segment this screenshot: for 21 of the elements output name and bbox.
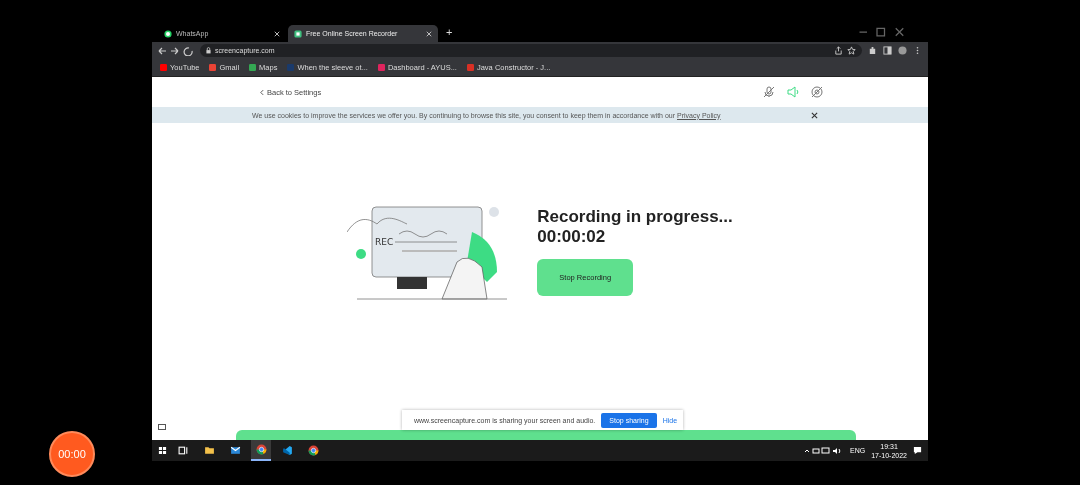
share-icon[interactable]: [834, 46, 843, 55]
navigation-icon[interactable]: [158, 45, 194, 56]
recording-illustration-drawing: REC: [347, 201, 508, 302]
sidebar-icon[interactable]: [883, 46, 892, 55]
lock-icon: [206, 47, 211, 54]
close-icon[interactable]: [811, 111, 818, 119]
star-icon[interactable]: [847, 46, 856, 55]
puzzle-icon[interactable]: [868, 46, 877, 55]
recording-status-heading: Recording in progress...: [537, 207, 733, 227]
window-icon: [158, 424, 166, 430]
site-icon: [294, 29, 302, 38]
chrome-app-icon[interactable]: [251, 440, 271, 461]
chat-icon: [164, 29, 172, 38]
camera-icon[interactable]: [811, 86, 823, 98]
chevron-icon: [260, 88, 264, 96]
notification-icon[interactable]: [913, 446, 922, 455]
new-tab-button[interactable]: +: [440, 26, 459, 38]
microphone-icon[interactable]: [763, 86, 775, 98]
recording-timer: 00:00:02: [537, 227, 606, 247]
start-icon[interactable]: [158, 446, 167, 455]
avatar-icon[interactable]: [898, 46, 907, 55]
